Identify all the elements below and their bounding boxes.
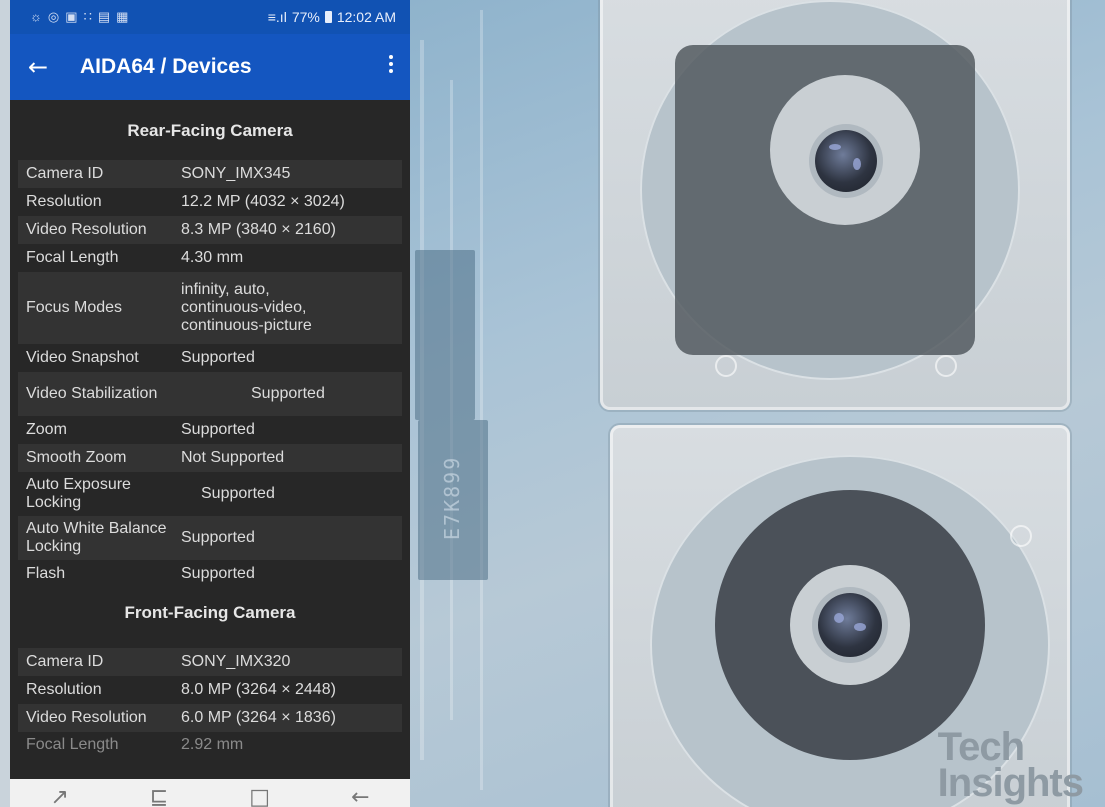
- section-title-rear-camera: Rear-Facing Camera: [127, 121, 293, 140]
- status-bar: ☼ ◎ ▣ ∷ ▤ ▦ ≡.ıl 77% 12:02 AM: [10, 0, 410, 34]
- table-row: Resolution 12.2 MP (4032 × 3024): [26, 193, 345, 210]
- camera-lens: [815, 130, 877, 192]
- status-right: ≡.ıl 77% 12:02 AM: [268, 9, 396, 25]
- lens-reflection: [854, 623, 866, 631]
- rear-camera-module-top: [600, 0, 1070, 410]
- camera-lens: [818, 593, 882, 657]
- lens-reflection: [853, 158, 861, 170]
- table-row: Camera ID SONY_IMX345: [18, 160, 402, 188]
- table-row: Resolution 8.0 MP (3264 × 2448): [26, 681, 336, 698]
- home-icon[interactable]: □: [249, 785, 270, 807]
- table-row: Video Stabilization Supported: [18, 372, 402, 416]
- front-camera-table: Camera ID SONY_IMX320 Resolution 8.0 MP (3…: [18, 648, 402, 758]
- section-title-front-camera: Front-Facing Camera: [124, 603, 296, 622]
- wifi-signal-icon: ≡.ıl: [267, 9, 287, 25]
- table-row: Focal Length 4.30 mm: [26, 249, 244, 266]
- notification-icon: ▤: [97, 9, 111, 24]
- table-row: Zoom Supported: [26, 421, 255, 438]
- table-row: Focus Modes infinity, auto, continuous-vi…: [18, 272, 402, 344]
- pcb-chip: [415, 250, 475, 420]
- screw-hole: [935, 355, 957, 377]
- pcb-trace: [480, 10, 483, 790]
- battery-level: 77%: [291, 9, 320, 25]
- screw-hole: [715, 355, 737, 377]
- table-row: Video Snapshot Supported: [26, 349, 255, 366]
- notification-icon: ◎: [47, 9, 60, 24]
- device-details: Rear-Facing Camera Camera ID SONY_IMX345 …: [10, 100, 410, 758]
- android-nav-bar: ↗ ⊑ □ ←: [10, 779, 410, 807]
- table-row: Auto Exposure Locking Supported: [26, 476, 275, 511]
- notification-icon: ▦: [116, 9, 129, 24]
- overflow-menu-icon[interactable]: [378, 52, 404, 82]
- rear-camera-table: Camera ID SONY_IMX345 Resolution 12.2 MP (…: [18, 160, 402, 588]
- table-row: Focal Length 2.92 mm: [26, 736, 244, 753]
- techinsights-logo: Tech Insights: [937, 725, 1084, 805]
- app-bar: ← AIDA64 / Devices: [10, 34, 410, 100]
- notification-icon: ☼: [30, 9, 42, 24]
- camera-module-photo: E7K899 Tech Insights: [410, 0, 1105, 807]
- notification-icon: ▣: [65, 9, 78, 24]
- extra-nav-icon[interactable]: ↗: [50, 785, 68, 807]
- back-icon[interactable]: ←: [351, 785, 369, 807]
- clock: 12:02 AM: [336, 9, 396, 25]
- table-row: Video Resolution 8.3 MP (3840 × 2160): [18, 216, 402, 244]
- lens-reflection: [829, 144, 841, 150]
- page-title: AIDA64 / Devices: [80, 55, 252, 78]
- screw-hole: [1010, 525, 1032, 547]
- table-row: Flash Supported: [26, 565, 255, 582]
- table-row: Auto White Balance Locking Supported: [18, 516, 402, 560]
- table-row: Camera ID SONY_IMX320: [18, 648, 402, 676]
- battery-icon: [324, 11, 332, 23]
- phone-screen: ☼ ◎ ▣ ∷ ▤ ▦ ≡.ıl 77% 12:02 AM ← AIDA64 /…: [10, 0, 410, 807]
- table-row: Smooth Zoom Not Supported: [18, 444, 402, 472]
- notification-icon: ∷: [83, 9, 92, 24]
- back-arrow-icon[interactable]: ←: [14, 53, 62, 81]
- lens-reflection: [834, 613, 844, 623]
- recents-icon[interactable]: ⊑: [150, 785, 168, 807]
- chip-marking: E7K899: [440, 455, 464, 540]
- table-row: Video Resolution 6.0 MP (3264 × 1836): [18, 704, 402, 732]
- notification-icons: ☼ ◎ ▣ ∷ ▤ ▦: [30, 9, 128, 25]
